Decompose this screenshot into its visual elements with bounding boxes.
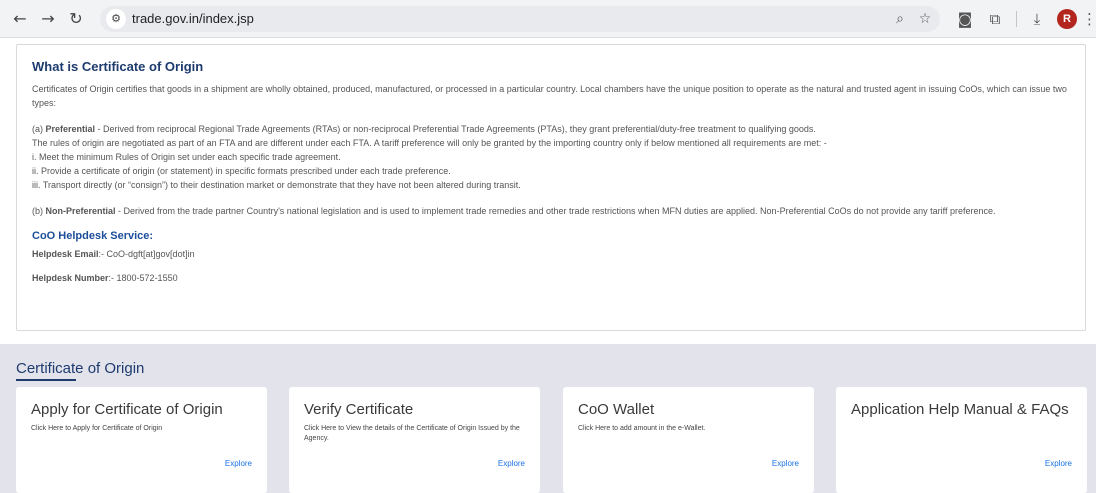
profile-avatar[interactable]: R [1057, 9, 1077, 29]
section-title-underline [16, 379, 76, 381]
helpdesk-number: Helpdesk Number:- 1800-572-1550 [32, 273, 178, 283]
toolbar-divider [1016, 11, 1017, 27]
explore-link[interactable]: Explore [225, 459, 252, 468]
card-description: Click Here to Apply for Certificate of O… [31, 425, 163, 432]
helpdesk-title: CoO Helpdesk Service: [32, 230, 154, 242]
card-apply-coo[interactable]: Apply for Certificate of Origin Click He… [16, 387, 267, 493]
card-coo-wallet[interactable]: CoO Wallet Click Here to add amount in t… [563, 387, 814, 493]
bookmark-star-icon[interactable]: ☆ [915, 9, 935, 29]
coo-info-panel: What is Certificate of Origin Certificat… [16, 44, 1086, 331]
non-preferential-paragraph: (b) Non-Preferential - Derived from the … [32, 206, 996, 216]
screenshot-icon[interactable]: ◙ [955, 9, 975, 29]
requirement-2: ii. Provide a certificate of origin (or … [32, 166, 451, 176]
kebab-menu-icon[interactable]: ⋮ [1082, 9, 1096, 29]
info-title: What is Certificate of Origin [32, 59, 204, 74]
requirement-1: i. Meet the minimum Rules of Origin set … [32, 152, 341, 162]
back-arrow-icon[interactable]: ← [10, 9, 30, 29]
explore-link[interactable]: Explore [498, 459, 525, 468]
reload-icon[interactable]: ↻ [66, 9, 86, 29]
card-verify-certificate[interactable]: Verify Certificate Click Here to View th… [289, 387, 540, 493]
card-title: Apply for Certificate of Origin [31, 401, 223, 418]
helpdesk-email: Helpdesk Email:- CoO-dgft[at]gov[dot]in [32, 249, 195, 259]
explore-link[interactable]: Explore [1045, 459, 1072, 468]
preferential-label: Preferential [45, 124, 96, 134]
non-preferential-label: Non-Preferential [45, 206, 116, 216]
card-description: Click Here to add amount in the e-Wallet… [578, 425, 706, 432]
section-title: Certificate of Origin [16, 360, 145, 377]
rules-line: The rules of origin are negotiated as pa… [32, 138, 827, 148]
url-text[interactable]: trade.gov.in/index.jsp [132, 11, 254, 26]
card-help-manual-faqs[interactable]: Application Help Manual & FAQs Explore [836, 387, 1087, 493]
zoom-icon[interactable]: ⌕ [890, 9, 910, 29]
extensions-icon[interactable]: ⧉ [985, 9, 1005, 29]
card-description: Click Here to View the details of the Ce… [304, 425, 520, 442]
site-info-icon[interactable]: ⚙ [106, 9, 126, 29]
coo-services-section: Certificate of Origin Apply for Certific… [0, 344, 1096, 493]
forward-arrow-icon[interactable]: → [38, 9, 58, 29]
download-icon[interactable]: ⤓ [1027, 9, 1047, 29]
card-title: CoO Wallet [578, 401, 655, 418]
card-title: Application Help Manual & FAQs [851, 401, 1069, 418]
requirement-3: iii. Transport directly (or “consign”) t… [32, 180, 521, 190]
preferential-paragraph: (a) Preferential - Derived from reciproc… [32, 124, 816, 134]
explore-link[interactable]: Explore [772, 459, 799, 468]
address-bar[interactable]: ⚙ trade.gov.in/index.jsp ⌕ ☆ [100, 6, 940, 32]
browser-toolbar: ← → ↻ ⚙ trade.gov.in/index.jsp ⌕ ☆ ◙ ⧉ ⤓… [0, 0, 1096, 38]
card-title: Verify Certificate [304, 401, 414, 418]
intro-paragraph: Certificates of Origin certifies that go… [32, 84, 1067, 108]
